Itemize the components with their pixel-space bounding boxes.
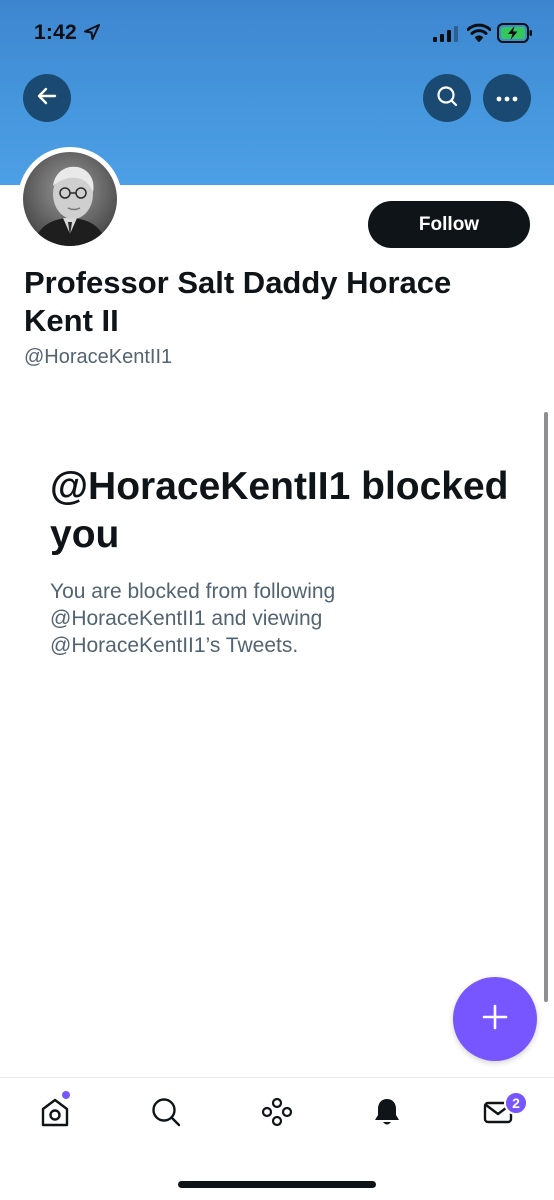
tab-spaces[interactable]: [257, 1094, 297, 1134]
notifications-icon: [370, 1095, 404, 1134]
status-time: 1:42: [34, 21, 77, 44]
home-indicator[interactable]: [178, 1181, 376, 1188]
back-button[interactable]: [23, 74, 71, 122]
tab-search[interactable]: [146, 1094, 186, 1134]
profile-handle: @HoraceKentII1: [24, 346, 173, 368]
wifi-icon: [466, 23, 492, 48]
profile-search-button[interactable]: [423, 74, 471, 122]
search-icon: [149, 1095, 183, 1134]
compose-tweet-button[interactable]: [453, 977, 537, 1061]
ellipsis-icon: [496, 89, 518, 107]
status-bar: 1:42: [0, 0, 554, 66]
avatar[interactable]: [18, 147, 122, 251]
tab-notifications[interactable]: [367, 1094, 407, 1134]
location-arrow-icon: [84, 24, 100, 45]
battery-charging-icon: [497, 23, 533, 48]
blocked-title: @HoraceKentII1 blocked you: [50, 465, 509, 556]
home-notification-dot: [62, 1091, 70, 1099]
plus-icon: [481, 1003, 509, 1036]
follow-button[interactable]: Follow: [368, 201, 530, 248]
avatar-portrait: [23, 152, 117, 246]
messages-badge: 2: [504, 1091, 528, 1115]
cellular-signal-icon: [433, 26, 459, 47]
scrollbar[interactable]: [544, 412, 548, 1002]
blocked-description: You are blocked from following @HoraceKe…: [50, 580, 336, 657]
spaces-icon: [260, 1095, 294, 1134]
tab-home[interactable]: [35, 1094, 75, 1134]
arrow-left-icon: [36, 85, 58, 112]
home-icon: [38, 1095, 72, 1134]
search-icon: [435, 84, 459, 113]
display-name: Professor Salt Daddy Horace Kent II: [24, 265, 452, 338]
more-options-button[interactable]: [483, 74, 531, 122]
